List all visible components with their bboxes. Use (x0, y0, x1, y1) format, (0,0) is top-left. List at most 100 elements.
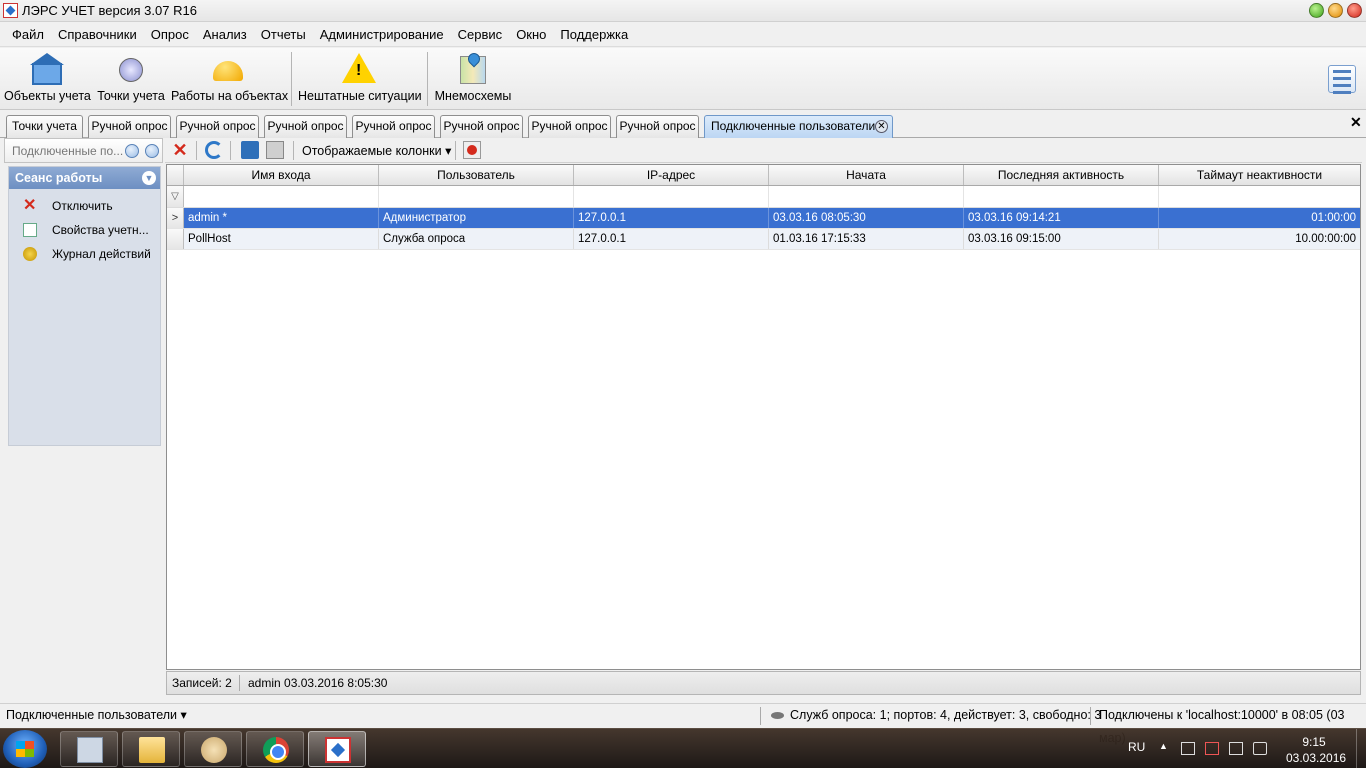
menu-administration[interactable]: Администрирование (313, 27, 451, 42)
action-center-icon[interactable] (1181, 742, 1195, 755)
tab-manual-poll[interactable]: Ручной опрос (616, 115, 699, 138)
clock[interactable]: 9:15 03.03.2016 (1286, 734, 1347, 766)
tab-connected-users[interactable]: Подключенные пользователи ✕ (704, 115, 893, 138)
show-hidden-icons-icon[interactable]: ▲ (1159, 741, 1168, 751)
print-icon[interactable] (266, 141, 284, 159)
menu-analysis[interactable]: Анализ (196, 27, 254, 42)
grid-header: Имя входа Пользователь IP-адрес Начата П… (167, 165, 1360, 186)
minimize-button[interactable] (1309, 3, 1324, 18)
menu-support[interactable]: Поддержка (553, 27, 635, 42)
tab-manual-poll[interactable]: Ручной опрос (352, 115, 435, 138)
menu-bar: Файл Справочники Опрос Анализ Отчеты Адм… (0, 22, 1366, 47)
account-properties-icon (23, 223, 37, 237)
file-explorer-icon (139, 737, 165, 763)
document-tabs: Точки учета Ручной опрос Ручной опрос Ру… (0, 111, 1366, 138)
taskbar-paint[interactable] (184, 731, 242, 767)
tab-connected-users-label: Подключенные пользователи (711, 119, 876, 133)
pin-panel-icon[interactable] (125, 144, 139, 158)
taskbar-explorer[interactable] (122, 731, 180, 767)
toolbar-separator (293, 141, 294, 160)
filter-cell[interactable] (769, 186, 964, 207)
column-header-last-activity[interactable]: Последняя активность (964, 165, 1159, 185)
menu-window[interactable]: Окно (509, 27, 553, 42)
toolbar-separator (196, 141, 197, 160)
column-header-ip[interactable]: IP-адрес (574, 165, 769, 185)
mnemonic-schemes-button[interactable]: Мнемосхемы (433, 48, 513, 108)
column-header-started[interactable]: Начата (769, 165, 964, 185)
app-logo-icon (3, 3, 18, 18)
panel-layout-icon[interactable] (1328, 65, 1356, 94)
network-icon[interactable] (1229, 742, 1243, 755)
filter-row: ▽ (167, 186, 1360, 208)
window-list-dropdown[interactable]: Подключенные пользователи ▾ (6, 704, 187, 727)
metering-points-button[interactable]: Точки учета (95, 48, 167, 108)
session-section-header[interactable]: Сеанс работы ▼ (9, 167, 160, 189)
app-status-bar: Подключенные пользователи ▾ Служб опроса… (0, 703, 1366, 745)
filter-cell[interactable] (379, 186, 574, 207)
tab-manual-poll[interactable]: Ручной опрос (176, 115, 259, 138)
menu-poll[interactable]: Опрос (144, 27, 196, 42)
table-row[interactable]: > admin * Администратор 127.0.0.1 03.03.… (167, 208, 1360, 229)
calculator-icon (77, 737, 103, 763)
warning-icon: ! (342, 53, 376, 85)
start-button[interactable] (3, 730, 47, 768)
column-header-user[interactable]: Пользователь (379, 165, 574, 185)
show-desktop-button[interactable] (1356, 729, 1366, 768)
account-properties-action[interactable]: Свойства учетн... (9, 218, 160, 242)
close-window-button[interactable] (1347, 3, 1362, 18)
column-header-timeout[interactable]: Таймаут неактивности (1159, 165, 1360, 185)
taskbar-lers[interactable] (308, 731, 366, 767)
meter-icon (114, 53, 148, 85)
chevron-down-icon[interactable]: ▼ (142, 171, 156, 185)
lers-icon (325, 737, 351, 763)
site-works-button[interactable]: Работы на объектах (171, 48, 288, 108)
filter-cell[interactable] (184, 186, 379, 207)
close-tab-icon[interactable]: ✕ (875, 120, 888, 133)
filter-cell[interactable] (574, 186, 769, 207)
refresh-icon[interactable] (205, 141, 223, 159)
action-log-action[interactable]: Журнал действий (9, 242, 160, 266)
language-indicator[interactable]: RU (1128, 740, 1145, 754)
session-info: admin 03.03.2016 8:05:30 (248, 676, 388, 690)
network-status-icon[interactable] (1205, 742, 1219, 755)
main-toolbar: Объекты учета Точки учета Работы на объе… (0, 48, 1366, 110)
header-corner (167, 165, 184, 185)
poll-service-status: Служб опроса: 1; портов: 4, действует: 3… (790, 708, 1102, 722)
filter-cell[interactable] (964, 186, 1159, 207)
tab-metering-points[interactable]: Точки учета (6, 115, 83, 138)
objects-button[interactable]: Объекты учета (4, 48, 91, 108)
menu-service[interactable]: Сервис (451, 27, 510, 42)
clock-time: 9:15 (1302, 735, 1326, 749)
clear-filter-icon[interactable] (463, 141, 481, 159)
menu-reports[interactable]: Отчеты (254, 27, 313, 42)
left-panel-header: Подключенные по... (4, 138, 163, 163)
row-indicator (167, 229, 184, 249)
delete-icon[interactable]: ✕ (171, 141, 189, 159)
volume-icon[interactable] (1253, 742, 1267, 755)
save-icon[interactable] (241, 141, 259, 159)
title-bar: ЛЭРС УЧЕТ версия 3.07 R16 (0, 0, 1366, 22)
tab-manual-poll[interactable]: Ручной опрос (88, 115, 171, 138)
column-header-login[interactable]: Имя входа (184, 165, 379, 185)
status-separator (239, 675, 240, 691)
tab-manual-poll[interactable]: Ручной опрос (528, 115, 611, 138)
filter-cell[interactable] (1159, 186, 1360, 207)
taskbar-calculator[interactable] (60, 731, 118, 767)
maximize-button[interactable] (1328, 3, 1343, 18)
helmet-icon (211, 53, 245, 85)
menu-directories[interactable]: Справочники (51, 27, 144, 42)
table-row[interactable]: PollHost Служба опроса 127.0.0.1 01.03.1… (167, 229, 1360, 250)
menu-file[interactable]: Файл (5, 27, 51, 42)
displayed-columns-dropdown[interactable]: Отображаемые колонки ▾ (302, 143, 451, 158)
chevron-down-icon: ▾ (445, 144, 452, 158)
grid-toolbar: ✕ Отображаемые колонки ▾ (165, 138, 1362, 163)
disconnect-action[interactable]: ✕ Отключить (9, 194, 160, 218)
emergencies-button[interactable]: ! Нештатные ситуации (298, 48, 422, 108)
clock-date: 03.03.2016 (1286, 751, 1347, 765)
collapse-panel-icon[interactable] (145, 144, 159, 158)
tab-manual-poll[interactable]: Ручной опрос (264, 115, 347, 138)
window-title: ЛЭРС УЧЕТ версия 3.07 R16 (22, 3, 197, 18)
close-all-tabs-icon[interactable]: ✕ (1350, 114, 1362, 131)
taskbar-chrome[interactable] (246, 731, 304, 767)
tab-manual-poll[interactable]: Ручной опрос (440, 115, 523, 138)
